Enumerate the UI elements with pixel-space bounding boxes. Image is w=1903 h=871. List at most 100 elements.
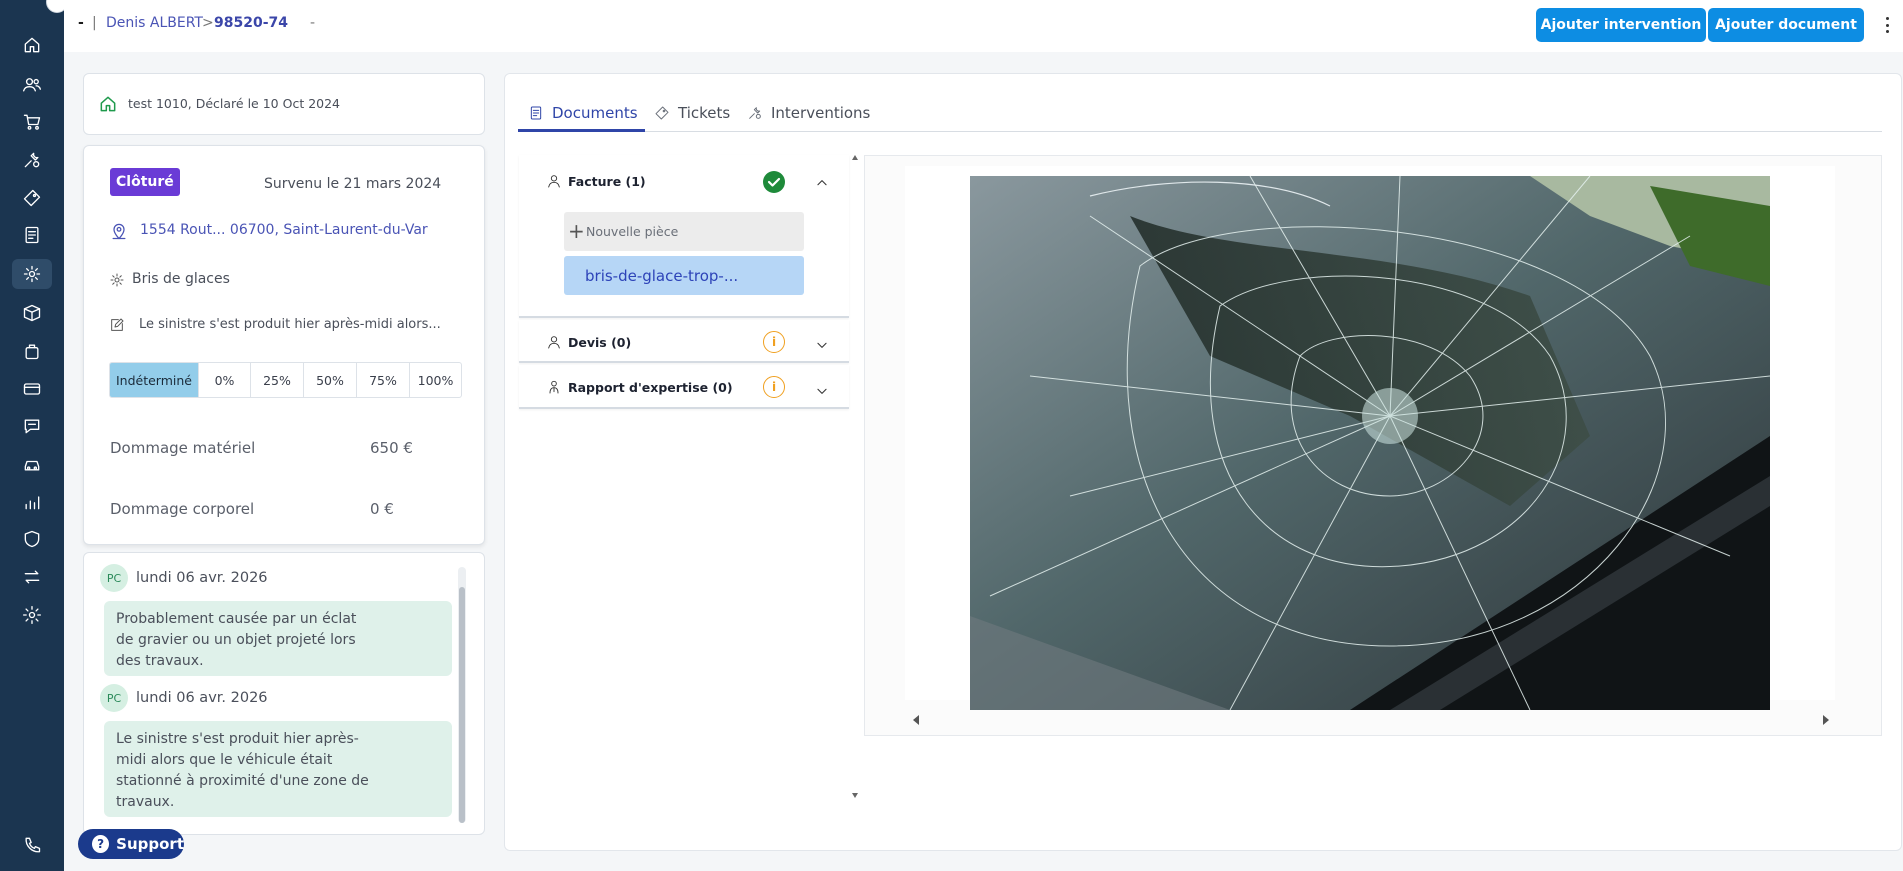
user-icon [546,173,562,189]
sidebar [0,0,64,871]
claim-type: Bris de glaces [132,271,230,287]
scroll-up-arrow[interactable] [852,155,858,160]
responsibility-option-0[interactable]: 0% [198,363,250,397]
damage-bodily-label: Dommage corporel [110,500,255,518]
info-warning-icon: i [763,331,785,353]
responsibility-option-75[interactable]: 75% [356,363,409,397]
new-piece-button[interactable]: + Nouvelle pièce [564,212,804,251]
notes-scroll-thumb[interactable] [459,587,465,823]
car-icon[interactable] [12,449,52,479]
home-icon [98,94,118,114]
tools-icon[interactable] [12,145,52,175]
active-tab-indicator [518,129,645,132]
tabs-divider [518,131,1882,132]
users-icon[interactable] [12,70,52,100]
scroll-left-arrow[interactable] [913,715,919,725]
breadcrumb-client[interactable]: Denis ALBERT [106,15,203,31]
ticket-icon[interactable] [12,183,52,213]
tab-documents[interactable]: Documents [528,95,638,131]
chat-icon[interactable] [12,411,52,441]
viewer-page [905,166,1835,710]
location-icon [109,221,129,241]
more-menu-icon[interactable] [1880,14,1894,36]
info-warning-icon: i [763,376,785,398]
add-intervention-button[interactable]: Ajouter intervention [1536,8,1706,42]
scroll-right-arrow[interactable] [1823,715,1829,725]
ticket-icon [655,106,669,120]
damage-material-label: Dommage matériel [110,439,256,457]
avatar: PC [100,684,128,712]
occurrence-date: Survenu le 21 mars 2024 [264,176,442,192]
notes-feed: PC lundi 06 avr. 2026 Probablement causé… [83,552,485,835]
support-button[interactable]: ? Support [78,829,184,859]
settings-icon[interactable] [12,600,52,630]
check-circle-icon [763,171,785,193]
claim-address[interactable]: 1554 Rout... 06700, Saint-Laurent-du-Var [140,222,428,238]
file-name: bris-de-glace-trop-... [585,266,739,285]
accordion-title[interactable]: Devis (0) [568,335,631,350]
plus-icon: + [568,219,585,243]
shield-icon[interactable] [12,524,52,554]
notes-scrollbar[interactable] [458,567,466,823]
accordion-title[interactable]: Facture (1) [568,174,646,189]
claim-type-icon [109,272,125,288]
breadcrumb-separator: | [92,15,97,31]
cracked-windshield-image [970,176,1770,710]
status-badge: Clôturé [110,168,180,196]
note-date: lundi 06 avr. 2026 [136,570,268,586]
note-date: lundi 06 avr. 2026 [136,690,268,706]
breadcrumb-case-id: 98520-74 [214,15,288,31]
chevron-down-icon[interactable] [815,383,829,397]
breadcrumb-trailing: - [310,15,316,31]
home-icon[interactable] [12,30,52,60]
responsibility-option-indetermine[interactable]: Indéterminé [110,363,198,397]
expert-icon [546,379,562,395]
responsibility-option-100[interactable]: 100% [409,363,461,397]
stats-icon[interactable] [12,487,52,517]
viewer-horizontal-scrollbar[interactable] [913,712,1841,725]
scroll-down-arrow[interactable] [852,793,858,798]
help-icon: ? [92,835,110,853]
note-bubble: Probablement causée par un éclat de grav… [104,601,452,676]
claims-icon[interactable] [12,259,52,289]
note-bubble: Le sinistre s'est produit hier après-mid… [104,721,452,817]
responsibility-option-25[interactable]: 25% [250,363,303,397]
new-piece-label: Nouvelle pièce [586,224,679,239]
support-label: Support [116,835,184,853]
document-viewer[interactable] [864,155,1882,736]
card-icon[interactable] [12,374,52,404]
responsibility-selector: Indéterminé 0% 25% 50% 75% 100% [109,362,462,398]
responsibility-option-50[interactable]: 50% [303,363,356,397]
file-item[interactable]: bris-de-glace-trop-... [564,256,804,295]
tab-interventions-label: Interventions [771,104,871,122]
accordion-title[interactable]: Rapport d'expertise (0) [568,380,733,395]
document-icon[interactable] [12,220,52,250]
damage-bodily-value: 0 € [370,500,394,518]
claim-description[interactable]: Le sinistre s'est produit hier après-mid… [139,317,441,332]
bag-icon[interactable] [12,336,52,366]
accordion-facture: Facture (1) + Nouvelle pièce bris-de-gla… [519,155,849,318]
tools-icon [749,107,761,119]
documents-scrollbar[interactable] [851,155,859,801]
cart-icon[interactable] [12,107,52,137]
document-icon [530,106,542,120]
tab-documents-label: Documents [552,104,638,122]
tab-tickets-label: Tickets [678,104,731,122]
note-text: Le sinistre s'est produit hier après-mid… [116,731,369,810]
tab-interventions[interactable]: Interventions [747,95,870,131]
header: - | Denis ALBERT > 98520-74 - Ajouter in… [64,0,1903,52]
phone-icon[interactable] [12,830,52,860]
tab-tickets[interactable]: Tickets [654,95,730,131]
note-text: Probablement causée par un éclat de grav… [116,611,357,669]
chevron-down-icon[interactable] [815,337,829,351]
user-icon [546,334,562,350]
edit-icon[interactable] [109,317,125,333]
box-icon[interactable] [12,298,52,328]
chevron-up-icon[interactable] [815,175,829,189]
accordion-rapport-expertise: Rapport d'expertise (0) i [519,365,849,409]
transfer-icon[interactable] [12,562,52,592]
accordion-devis: Devis (0) i [519,320,849,363]
add-document-button[interactable]: Ajouter document [1708,8,1864,42]
claim-summary-card: test 1010, Déclaré le 10 Oct 2024 [83,73,485,135]
avatar: PC [100,564,128,592]
